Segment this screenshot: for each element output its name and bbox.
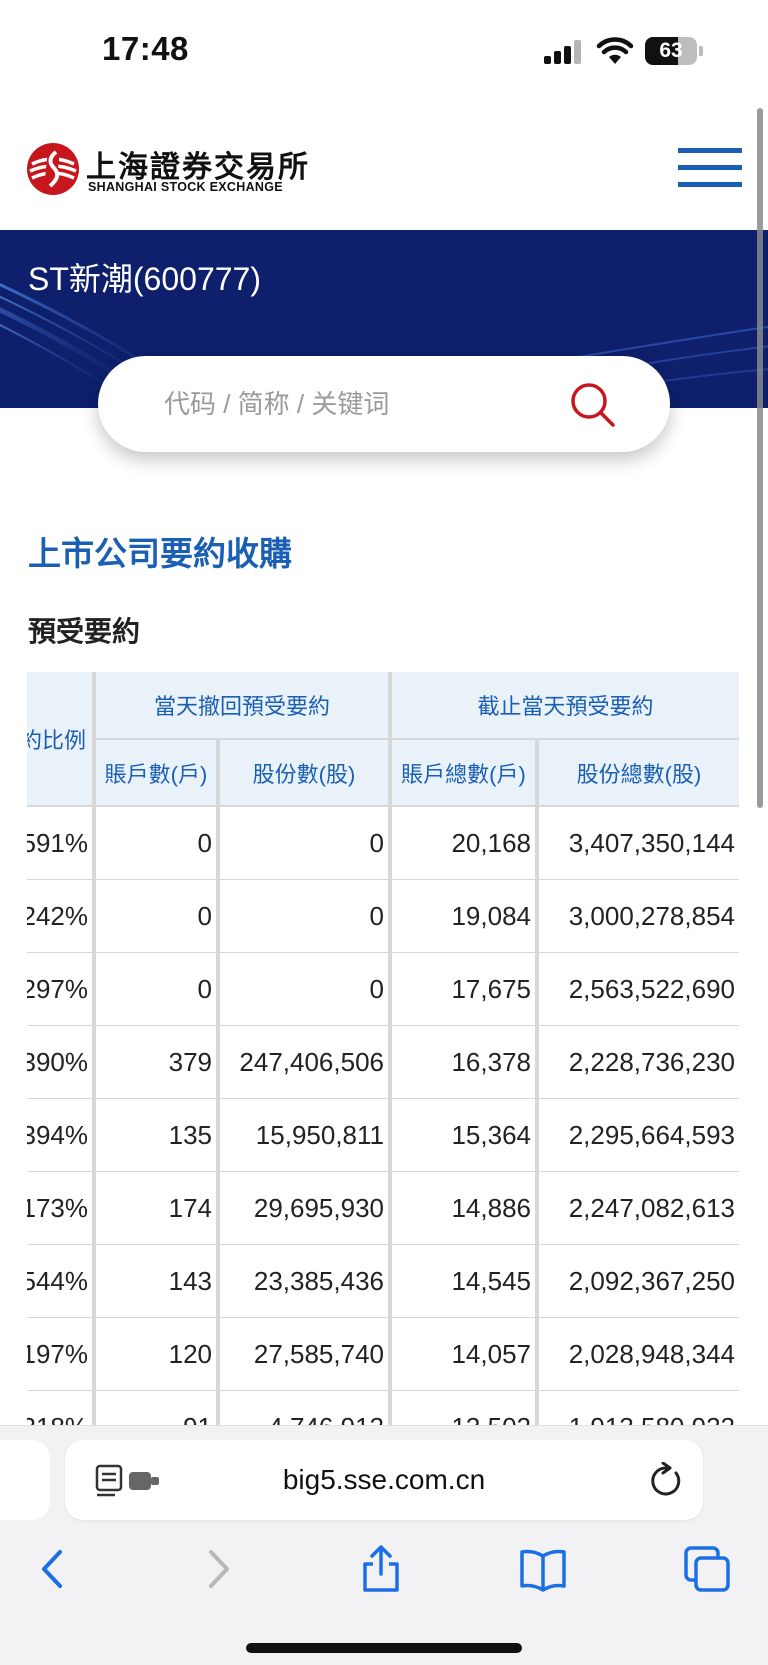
table-cell: 2,295,664,593 [539,1099,739,1171]
table-cell: 143 [96,1245,216,1317]
share-icon[interactable] [356,1544,406,1594]
book-icon[interactable] [518,1544,568,1594]
table-cell: 14,545 [392,1245,535,1317]
table-cell: 14,057 [392,1318,535,1390]
status-bar: 17:48 63 [0,0,768,100]
table-cell: 3,407,350,144 [539,807,739,879]
table-cell: 197% [27,1318,92,1390]
table-cell: 394% [27,1099,92,1171]
table-cell: 19,084 [392,880,535,952]
cellular-signal-icon [544,40,584,64]
data-table[interactable]: 約比例 當天撤回預受要約 截止當天預受要約 賬戶數(戶) 股份數(股) 賬戶總數… [27,672,739,1426]
table-cell: 0 [220,953,388,1025]
table-cell: 390% [27,1026,92,1098]
table-cell: 15,950,811 [220,1099,388,1171]
hamburger-icon[interactable] [678,148,742,188]
wifi-icon [596,37,634,64]
table-cell: 591% [27,807,92,879]
sse-logo[interactable]: 上海證券交易所 SHANGHAI STOCK EXCHANGE [26,142,326,202]
header-total-shares-label: 股份總數(股) [576,761,702,787]
site-header: 上海證券交易所 SHANGHAI STOCK EXCHANGE [0,100,768,230]
table-cell: 247,406,506 [220,1026,388,1098]
home-indicator [246,1643,522,1653]
table-cell: 2,028,948,344 [539,1318,739,1390]
search-bar [98,356,670,452]
sse-logo-icon [27,143,79,195]
page-scrollbar[interactable] [757,108,763,808]
table-cell: 3,000,278,854 [539,880,739,952]
reader-icon[interactable] [95,1464,161,1498]
header-shares-label: 股份數(股) [252,761,356,787]
header-withdrawn: 當天撤回預受要約 [96,672,388,738]
battery-tip [699,46,703,56]
tabs-icon[interactable] [682,1544,732,1594]
search-icon[interactable] [568,380,618,430]
header-cumulative-label: 截止當天預受要約 [477,694,654,719]
table-cell: 2,228,736,230 [539,1026,739,1098]
table-cell: 2,247,082,613 [539,1172,739,1244]
table-cell: 0 [220,880,388,952]
logo-english-name: SHANGHAI STOCK EXCHANGE [88,180,283,194]
header-accounts: 賬戶數(戶) [96,740,216,805]
subsection-title: 預受要約 [28,616,141,647]
chevron-right-icon[interactable] [193,1544,243,1594]
status-time: 17:48 [102,30,189,67]
table-cell: 135 [96,1099,216,1171]
previous-tab-preview[interactable] [0,1440,50,1520]
table-cell: 15,364 [392,1099,535,1171]
table-cell: 20,168 [392,807,535,879]
table-cell: 0 [96,880,216,952]
header-shares: 股份數(股) [220,740,388,805]
section-title: 上市公司要約收購 [28,535,292,572]
battery-percent: 63 [659,39,683,62]
browser-toolbar: big5.sse.com.cn [0,1425,768,1665]
battery-icon: 63 [645,37,697,65]
header-ratio-label: 約比例 [27,727,86,753]
table-cell: 2,563,522,690 [539,953,739,1025]
table-cell: 120 [96,1318,216,1390]
header-total-accounts-label: 賬戶總數(戶) [401,761,526,787]
table-cell: 13,502 [392,1391,535,1426]
header-accounts-label: 賬戶數(戶) [104,761,208,787]
table-cell: 0 [220,807,388,879]
table-cell: 379 [96,1026,216,1098]
table-cell: 173% [27,1172,92,1244]
table-cell: 544% [27,1245,92,1317]
table-cell: 27,585,740 [220,1318,388,1390]
table-cell: 29,695,930 [220,1172,388,1244]
table-cell: 16,378 [392,1026,535,1098]
address-bar[interactable]: big5.sse.com.cn [65,1440,703,1520]
table-cell: 2,092,367,250 [539,1245,739,1317]
chevron-left-icon[interactable] [28,1544,78,1594]
table-cell: 174 [96,1172,216,1244]
table-cell: 318% [27,1391,92,1426]
table-cell: 0 [96,953,216,1025]
header-total-accounts: 賬戶總數(戶) [392,740,535,805]
header-cumulative: 截止當天預受要約 [392,672,739,738]
search-input[interactable] [164,382,564,426]
table-cell: 1,913,580,922 [539,1391,739,1426]
header-total-shares: 股份總數(股) [539,740,739,805]
table-cell: 0 [96,807,216,879]
table-grid: 約比例 當天撤回預受要約 截止當天預受要約 賬戶數(戶) 股份數(股) 賬戶總數… [27,672,739,1426]
table-cell: 4,746,912 [220,1391,388,1426]
table-cell: 297% [27,953,92,1025]
header-withdrawn-label: 當天撤回預受要約 [153,694,330,719]
table-cell: 242% [27,880,92,952]
stock-title: ST新潮(600777) [28,261,261,297]
table-cell: 14,886 [392,1172,535,1244]
table-cell: 17,675 [392,953,535,1025]
table-cell: 23,385,436 [220,1245,388,1317]
header-ratio: 約比例 [27,672,92,805]
table-cell: 91 [96,1391,216,1426]
reload-icon[interactable] [649,1462,683,1498]
